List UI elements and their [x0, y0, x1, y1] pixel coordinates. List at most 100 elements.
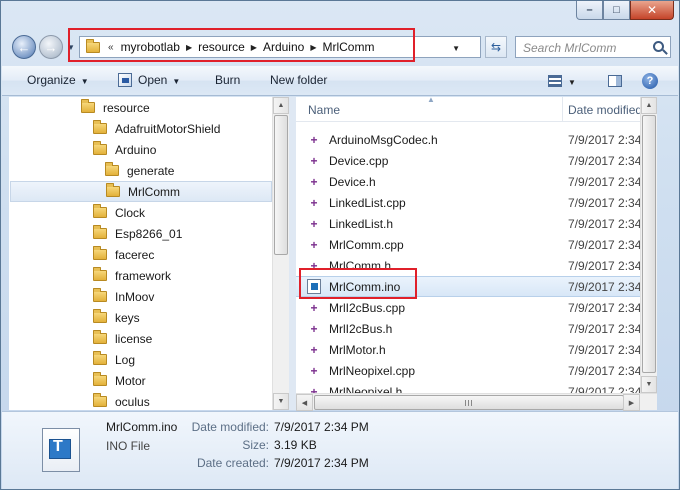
file-row[interactable]: + MrlNeopixel.cpp 7/9/2017 2:34 PM — [296, 360, 657, 381]
ino-file-icon — [307, 279, 321, 294]
tree-item-label: license — [115, 331, 153, 346]
tree-item-label: Arduino — [115, 142, 157, 157]
column-divider[interactable] — [562, 97, 563, 122]
scroll-up-button[interactable]: ▲ — [641, 97, 657, 114]
tree-item-label: AdafruitMotorShield — [115, 121, 221, 136]
file-name: MrlNeopixel.cpp — [329, 363, 416, 378]
breadcrumb-myrobotlab[interactable]: myrobotlab — [118, 40, 183, 54]
folder-icon — [93, 246, 107, 260]
file-row[interactable]: + MrlI2cBus.cpp 7/9/2017 2:34 PM — [296, 297, 657, 318]
breadcrumb-arrow-icon[interactable]: ▶ — [251, 43, 257, 52]
file-row[interactable]: + ArduinoMsgCodec.h 7/9/2017 2:34 PM — [296, 129, 657, 150]
file-row[interactable]: + MrlMotor.h 7/9/2017 2:34 PM — [296, 339, 657, 360]
search-input[interactable]: Search MrlComm — [515, 36, 671, 58]
preview-pane-icon[interactable] — [608, 75, 622, 87]
breadcrumb-arrow-icon[interactable]: ▶ — [310, 43, 316, 52]
tree-item[interactable]: InMoov — [93, 286, 154, 307]
tree-item[interactable]: Arduino — [93, 139, 156, 160]
cpp-header-icon: + — [310, 342, 318, 357]
scroll-thumb[interactable] — [642, 115, 656, 373]
view-options-dropdown[interactable]: ▼ — [568, 78, 576, 87]
scroll-up-button[interactable]: ▲ — [273, 97, 289, 114]
file-list-scrollbar[interactable]: ▲ ▼ — [640, 97, 657, 393]
help-icon[interactable]: ? — [642, 73, 658, 89]
file-row[interactable]: + LinkedList.h 7/9/2017 2:34 PM — [296, 213, 657, 234]
column-name[interactable]: Name — [308, 103, 340, 117]
grip-icon — [465, 400, 473, 406]
details-created-label: Date created: — [196, 456, 269, 470]
file-name: MrlI2cBus.h — [329, 321, 393, 336]
scroll-right-button[interactable]: ▶ — [623, 394, 640, 411]
folder-icon — [81, 99, 95, 113]
tree-item[interactable]: Motor — [93, 370, 146, 391]
cpp-header-icon: + — [310, 321, 318, 336]
scroll-down-button[interactable]: ▼ — [273, 393, 289, 410]
column-date-modified[interactable]: Date modified — [568, 103, 642, 117]
tree-item[interactable]: MrlComm — [10, 181, 272, 202]
new-folder-button[interactable]: New folder — [270, 73, 327, 87]
tree-item[interactable]: keys — [93, 307, 140, 328]
tree-item[interactable]: Clock — [93, 202, 145, 223]
breadcrumb-resource[interactable]: resource — [195, 40, 248, 54]
close-button[interactable]: ✕ — [630, 1, 674, 20]
tree-item[interactable]: resource — [81, 97, 150, 118]
open-button[interactable]: Open ▼ — [118, 73, 180, 87]
horizontal-scroll-thumb[interactable] — [314, 395, 624, 410]
file-name: MrlI2cBus.cpp — [329, 300, 406, 315]
scroll-down-button[interactable]: ▼ — [641, 376, 657, 393]
address-bar[interactable]: « myrobotlab ▶ resource ▶ Arduino ▶ MrlC… — [79, 36, 481, 58]
tree-item-label: framework — [115, 268, 172, 283]
nav-scrollbar[interactable]: ▲ ▼ — [272, 97, 289, 410]
ino-file-large-icon — [42, 428, 80, 472]
cpp-header-icon: + — [310, 216, 318, 231]
maximize-button[interactable]: □ — [603, 1, 630, 20]
file-name: MrlComm.cpp — [329, 237, 404, 252]
tree-item-label: resource — [103, 100, 150, 115]
file-row[interactable]: + MrlComm.h 7/9/2017 2:34 PM — [296, 255, 657, 276]
breadcrumb-arrow-icon[interactable]: ▶ — [186, 43, 192, 52]
organize-button[interactable]: Organize ▼ — [27, 73, 89, 87]
cpp-header-icon: + — [310, 132, 318, 147]
scroll-thumb[interactable] — [274, 115, 288, 255]
scroll-left-button[interactable]: ◀ — [296, 394, 313, 411]
file-row[interactable]: + MrlI2cBus.h 7/9/2017 2:34 PM — [296, 318, 657, 339]
tree-item[interactable]: license — [93, 328, 152, 349]
tree-item[interactable]: facerec — [93, 244, 154, 265]
horizontal-scrollbar[interactable]: ◀ ▶ — [296, 393, 657, 411]
file-name: LinkedList.h — [329, 216, 394, 231]
tree-item[interactable]: AdafruitMotorShield — [93, 118, 220, 139]
burn-button[interactable]: Burn — [215, 73, 240, 87]
details-created-value: 7/9/2017 2:34 PM — [274, 456, 369, 470]
search-icon[interactable] — [653, 41, 664, 52]
recent-pages-dropdown[interactable]: ▼ — [67, 43, 75, 52]
file-row[interactable]: MrlComm.ino 7/9/2017 2:34 PM — [296, 276, 657, 297]
refresh-button[interactable]: ⇆ — [485, 36, 507, 58]
file-row[interactable]: + Device.cpp 7/9/2017 2:34 PM — [296, 150, 657, 171]
forward-button[interactable]: → — [39, 35, 63, 59]
close-icon: ✕ — [646, 3, 658, 17]
back-button[interactable]: ← — [12, 35, 36, 59]
breadcrumb-arduino[interactable]: Arduino — [260, 40, 307, 54]
breadcrumb-mrlcomm[interactable]: MrlComm — [319, 40, 377, 54]
tree-item[interactable]: Log — [93, 349, 135, 370]
minimize-button[interactable]: – — [576, 1, 603, 20]
tree-item[interactable]: framework — [93, 265, 171, 286]
pane-splitter[interactable] — [289, 97, 296, 410]
folder-icon — [93, 120, 107, 134]
tree-item[interactable]: Esp8266_01 — [93, 223, 182, 244]
file-row[interactable]: + Device.h 7/9/2017 2:34 PM — [296, 171, 657, 192]
change-view-icon[interactable] — [548, 75, 562, 87]
column-header: ▲ Name Date modified — [296, 97, 657, 122]
file-name: ArduinoMsgCodec.h — [329, 132, 438, 147]
folder-icon — [93, 288, 107, 302]
address-dropdown-icon[interactable]: ▼ — [452, 44, 460, 53]
tree-item[interactable]: oculus — [93, 391, 150, 410]
cpp-header-icon: + — [310, 258, 318, 273]
file-row[interactable]: + MrlComm.cpp 7/9/2017 2:34 PM — [296, 234, 657, 255]
tree-item[interactable]: generate — [105, 160, 174, 181]
overflow-chevron[interactable]: « — [108, 42, 114, 53]
file-row[interactable]: + LinkedList.cpp 7/9/2017 2:34 PM — [296, 192, 657, 213]
file-name: MrlMotor.h — [329, 342, 386, 357]
search-placeholder: Search MrlComm — [523, 41, 617, 55]
navigation-pane: resource AdafruitMotorShield Arduino genera… — [9, 97, 289, 410]
